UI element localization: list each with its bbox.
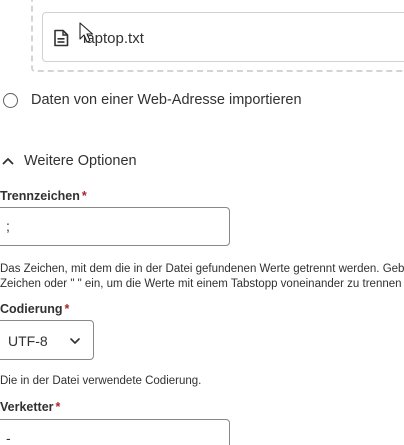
delimiter-input[interactable]: ; (0, 207, 230, 246)
encoding-select[interactable]: UTF-8 (0, 320, 94, 360)
radio-button[interactable] (3, 92, 18, 108)
document-icon (54, 29, 69, 47)
chevron-up-icon (2, 158, 14, 165)
more-options-label: Weitere Optionen (24, 153, 137, 169)
chevron-down-icon (70, 338, 80, 344)
uploaded-file-card[interactable]: laptop.txt (42, 12, 404, 62)
mouse-cursor-icon (79, 22, 94, 43)
more-options-toggle[interactable]: Weitere Optionen (2, 153, 137, 169)
delimiter-label: Trennzeichen * (0, 189, 87, 203)
encoding-selected-value: UTF-8 (8, 333, 48, 349)
delimiter-help-line-1: Das Zeichen, mit dem die in der Datei ge… (0, 263, 404, 275)
concatenator-label: Verketter * (0, 400, 61, 414)
required-mark: * (64, 302, 70, 316)
delimiter-help-line-2: Zeichen oder " " ein, um die Werte mit e… (0, 278, 402, 290)
concatenator-input[interactable]: - (0, 419, 230, 445)
required-mark: * (81, 189, 87, 203)
encoding-label: Codierung * (0, 302, 70, 316)
web-address-import-option[interactable]: Daten von einer Web-Adresse importieren (3, 92, 302, 108)
radio-label: Daten von einer Web-Adresse importieren (31, 92, 302, 108)
required-mark: * (55, 400, 61, 414)
encoding-help: Die in der Datei verwendete Codierung. (0, 375, 202, 387)
